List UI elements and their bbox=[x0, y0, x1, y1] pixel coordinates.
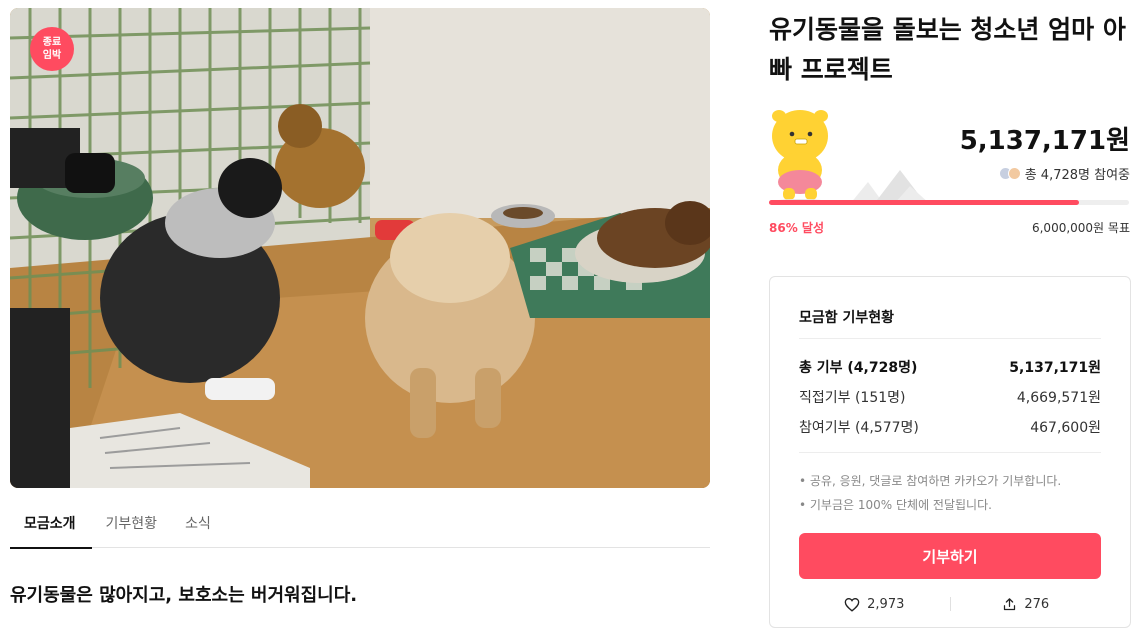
deadline-badge: 종료 임박 bbox=[30, 27, 74, 71]
row-label: 직접기부 (151명) bbox=[799, 390, 906, 406]
like-count: 2,973 bbox=[867, 596, 905, 612]
campaign-title: 유기동물을 돌보는 청소년 엄마 아빠 프로젝트 bbox=[769, 15, 1126, 84]
summary-row-direct: 직접기부 (151명) 4,669,571원 bbox=[799, 387, 1101, 407]
donate-button[interactable]: 기부하기 bbox=[799, 533, 1101, 579]
goal-amount: 6,000,000원 목표 bbox=[1031, 221, 1130, 235]
tab-news[interactable]: 소식 bbox=[171, 497, 225, 548]
like-button[interactable]: 2,973 bbox=[799, 597, 950, 612]
intro-heading: 유기동물은 많아지고, 보호소는 버거워집니다. bbox=[10, 585, 358, 606]
raised-amount: 5,137,171원 bbox=[959, 126, 1130, 156]
progress-mountains-illustration bbox=[850, 170, 930, 204]
card-title: 모금함 기부현황 bbox=[799, 310, 895, 326]
tab-intro[interactable]: 모금소개 bbox=[10, 497, 92, 549]
row-label: 총 기부 (4,728명) bbox=[799, 360, 918, 376]
share-count: 276 bbox=[1024, 596, 1050, 612]
percent-achieved: 86% 달성 bbox=[769, 221, 824, 235]
participant-avatars bbox=[998, 167, 1021, 180]
kakao-character-illustration bbox=[772, 110, 828, 203]
badge-line1: 종료 bbox=[42, 37, 62, 48]
action-bar: 2,973 276 bbox=[799, 595, 1101, 613]
summary-row-participation: 참여기부 (4,577명) 467,600원 bbox=[799, 417, 1101, 437]
heart-icon bbox=[844, 597, 860, 612]
progress-bar bbox=[769, 200, 1129, 205]
badge-line2: 임박 bbox=[42, 50, 62, 61]
row-label: 참여기부 (4,577명) bbox=[799, 420, 919, 436]
divider bbox=[799, 338, 1101, 339]
shelter-dogs-photo bbox=[10, 8, 710, 488]
share-icon bbox=[1004, 597, 1016, 610]
note-full-delivery: • 기부금은 100% 단체에 전달됩니다. bbox=[799, 498, 992, 512]
participants-label: 총 4,728명 참여중 bbox=[1024, 168, 1130, 183]
row-value: 5,137,171원 bbox=[1009, 360, 1101, 376]
campaign-photo bbox=[10, 8, 710, 488]
note-kakao-donates: • 공유, 응원, 댓글로 참여하면 카카오가 기부합니다. bbox=[799, 474, 1062, 488]
tab-donation-status[interactable]: 기부현황 bbox=[92, 497, 172, 548]
divider bbox=[799, 452, 1101, 453]
progress-fill bbox=[769, 200, 1079, 205]
summary-row-total: 총 기부 (4,728명) 5,137,171원 bbox=[799, 357, 1101, 377]
participant-count: 총 4,728명 참여중 bbox=[998, 164, 1130, 183]
donation-summary-card: 모금함 기부현황 총 기부 (4,728명) 5,137,171원 직접기부 (… bbox=[769, 276, 1131, 628]
share-button[interactable]: 276 bbox=[951, 597, 1102, 612]
content-tabs: 모금소개 기부현황 소식 bbox=[10, 497, 710, 549]
row-value: 4,669,571원 bbox=[1016, 390, 1101, 406]
row-value: 467,600원 bbox=[1030, 420, 1101, 436]
avatar bbox=[1007, 167, 1021, 180]
